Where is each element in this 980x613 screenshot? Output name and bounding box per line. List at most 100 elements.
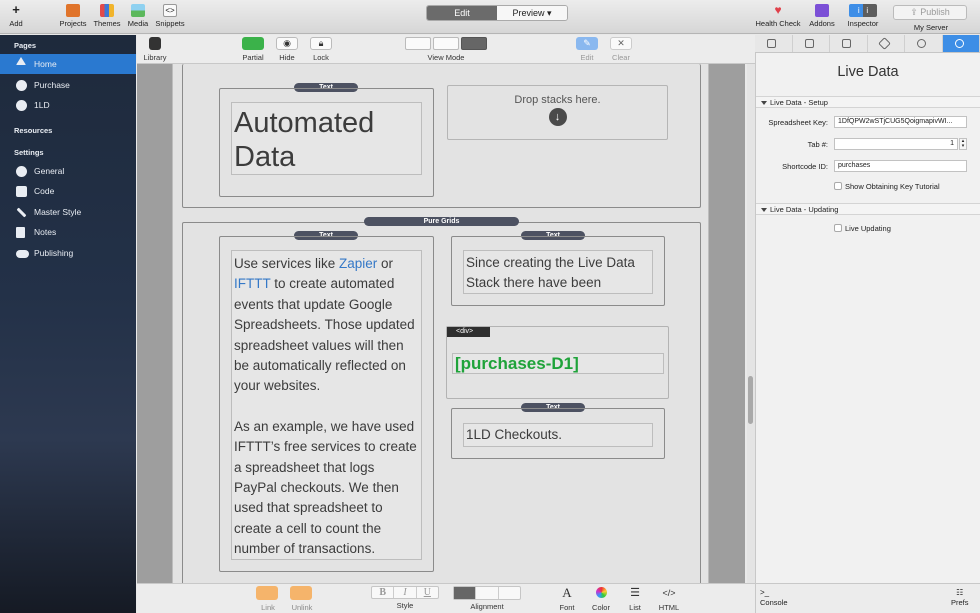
sidebar-item-publishing[interactable]: Publishing [0, 243, 136, 263]
view-mode-control: View Mode [403, 37, 489, 62]
edit-button[interactable]: ✎ Edit [575, 37, 599, 62]
inspector-button[interactable]: i i Inspector [843, 4, 883, 28]
underline-button[interactable]: U [417, 587, 438, 598]
layout-icon [767, 39, 776, 48]
tab-number-field[interactable]: 1 [834, 138, 958, 150]
ifttt-link[interactable]: IFTTT [234, 276, 271, 291]
code-brackets-icon: <> [163, 4, 177, 17]
add-button[interactable]: + Add [6, 2, 26, 28]
panel-title: Live Data [837, 64, 899, 80]
section-setup-toggle[interactable]: Live Data - Setup [756, 96, 980, 108]
home-icon [16, 57, 26, 65]
inspector-tabs [755, 35, 980, 53]
paragraph: Use services like Zapier or IFTTT to cre… [234, 256, 415, 394]
bold-button[interactable]: B [372, 587, 395, 598]
themes-button[interactable]: Themes [92, 4, 122, 28]
wand-icon [16, 207, 27, 218]
plus-icon: + [12, 2, 20, 17]
target-icon [917, 39, 926, 48]
font-button[interactable]: A Font [555, 586, 579, 613]
drop-stacks-zone[interactable]: Drop stacks here. ↓ [447, 85, 668, 140]
tab-number-label: Tab #: [807, 140, 828, 149]
align-left-icon[interactable] [454, 587, 476, 599]
scrollbar-thumb[interactable] [748, 376, 753, 424]
sidebar-item-notes[interactable]: Notes [0, 222, 136, 242]
tab-stack-settings[interactable] [942, 35, 980, 52]
hide-button[interactable]: ◉ Hide [275, 37, 299, 62]
sidebar-item-general[interactable]: General [0, 161, 136, 181]
intro-paragraph[interactable]: Use services like Zapier or IFTTT to cre… [231, 250, 422, 560]
publish-destination[interactable]: My Server [896, 23, 966, 32]
section-updating-toggle[interactable]: Live Data - Updating [756, 203, 980, 215]
view-mode-1-icon[interactable] [405, 37, 431, 50]
media-button[interactable]: Media [126, 4, 150, 28]
edit-mode-button[interactable]: Edit [427, 6, 497, 20]
sidebar-item-master-style[interactable]: Master Style [0, 202, 136, 222]
unlink-button[interactable]: Unlink [290, 586, 314, 612]
text-stack[interactable]: Use services like Zapier or IFTTT to cre… [219, 236, 434, 572]
show-tutorial-checkbox[interactable] [834, 182, 842, 190]
main-toolbar: + Add Projects Themes Media <> Snippets Ed… [0, 0, 980, 34]
paragraph: As an example, we have used IFTTT’s free… [234, 418, 417, 557]
settings-icon [954, 39, 964, 48]
sidebar-item-purchase[interactable]: Purchase [0, 75, 136, 95]
sidebar-item-home[interactable]: Home [0, 54, 136, 74]
list-button[interactable]: ☰ List [623, 586, 647, 612]
code-gear-icon [16, 186, 27, 197]
text-stack[interactable]: 1LD Checkouts. [451, 408, 665, 459]
health-check-button[interactable]: ♥ Health Check [753, 4, 803, 28]
align-right-icon[interactable] [497, 587, 520, 599]
sliders-icon: ☷ [956, 588, 964, 597]
themes-icon [100, 4, 114, 17]
tab-layout[interactable] [755, 35, 793, 52]
text-stack[interactable]: Since creating the Live Data Stack there… [451, 236, 665, 306]
sidebar-item-1ld[interactable]: 1LD [0, 95, 136, 115]
shortcode-value[interactable]: [purchases-D1] [452, 353, 664, 374]
link-button[interactable]: Link [256, 586, 280, 612]
clear-button[interactable]: ✕ Clear [609, 37, 633, 62]
shortcode-id-field[interactable]: purchases [834, 160, 967, 172]
html-button[interactable]: </> HTML [655, 586, 683, 612]
addons-button[interactable]: Addons [806, 4, 838, 28]
zapier-link[interactable]: Zapier [339, 256, 377, 271]
partial-button[interactable]: Partial [239, 37, 267, 62]
publish-button[interactable]: ⇪ Publish [893, 5, 967, 20]
tab-stacks[interactable] [868, 35, 905, 52]
view-mode-2-icon[interactable] [433, 37, 459, 50]
color-wheel-icon [595, 587, 607, 598]
tab-site[interactable] [830, 35, 868, 52]
tab-page[interactable] [793, 35, 830, 52]
page-link-icon [16, 100, 27, 111]
italic-button[interactable]: I [394, 587, 417, 598]
tab-number-stepper[interactable]: ▴ ▾ [959, 138, 967, 150]
since-creating-text[interactable]: Since creating the Live Data Stack there… [463, 250, 653, 294]
sidebar-item-code[interactable]: Code [0, 181, 136, 201]
page-content: Text Automated Data Drop stacks here. ↓ … [172, 64, 709, 583]
view-mode-3-icon[interactable] [461, 37, 487, 50]
lock-button[interactable]: 🔒︎ Lock [309, 37, 333, 62]
site-icon [842, 39, 851, 48]
prefs-button[interactable]: ☷ Prefs [951, 588, 969, 607]
format-toolbar: Link Unlink B I U Style Alignment A Font … [137, 583, 755, 613]
library-button[interactable]: Library [140, 37, 170, 62]
color-button[interactable]: Color [589, 586, 613, 612]
checkouts-text[interactable]: 1LD Checkouts. [463, 423, 653, 447]
canvas-scrollbar[interactable] [747, 64, 755, 583]
link-icon [256, 586, 278, 600]
preview-mode-button[interactable]: Preview ▾ [497, 6, 567, 20]
live-updating-label: Live Updating [845, 224, 891, 233]
automated-data-heading[interactable]: Automated Data [231, 102, 422, 175]
div-stack[interactable]: <div> [purchases-D1] [446, 326, 669, 399]
align-center-icon[interactable] [475, 587, 497, 599]
spreadsheet-key-field[interactable]: 1DfQPW2wSTjCUG5QoigmapivWI... [834, 116, 967, 128]
tab-theme[interactable] [905, 35, 943, 52]
div-stack-label: <div> [447, 327, 490, 337]
projects-button[interactable]: Projects [57, 4, 89, 28]
console-button[interactable]: >_ Console [760, 588, 788, 607]
resources-header: Resources [14, 126, 53, 135]
text-stack[interactable]: Automated Data [219, 88, 434, 197]
lock-icon: 🔒︎ [310, 37, 332, 50]
page-canvas: Text Automated Data Drop stacks here. ↓ … [137, 64, 745, 583]
live-updating-checkbox[interactable] [834, 224, 842, 232]
snippets-button[interactable]: <> Snippets [153, 4, 187, 28]
